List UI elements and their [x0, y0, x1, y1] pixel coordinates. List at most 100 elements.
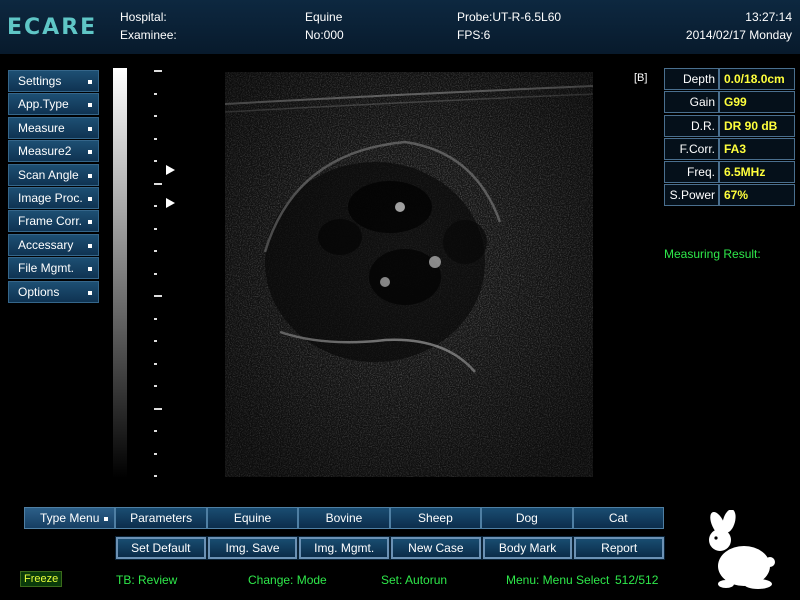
left-menu: Settings App.Type Measure Measure2 Scan … [8, 70, 99, 304]
scale-tick [154, 250, 157, 252]
param-value: 0.0/18.0cm [719, 68, 795, 90]
status-menu: Menu: Menu Select [506, 573, 610, 587]
scale-tick [154, 362, 157, 365]
menu-scan-angle[interactable]: Scan Angle [8, 163, 99, 186]
scale-tick [154, 295, 162, 297]
status-set: Set: Autorun [381, 573, 448, 587]
scale-tick [154, 115, 157, 117]
submenu-dot-icon [104, 517, 109, 521]
tab-cat[interactable]: Cat [572, 507, 664, 529]
menu-image-proc[interactable]: Image Proc. [8, 186, 99, 209]
scale-tick [154, 227, 157, 230]
status-change: Change: Mode [248, 573, 327, 587]
scale-tick [154, 317, 157, 320]
param-label: F.Corr. [664, 137, 719, 160]
species-text: Equine [305, 10, 343, 24]
img-save-button[interactable]: Img. Save [206, 536, 299, 560]
menu-accessary[interactable]: Accessary [8, 233, 99, 256]
ultrasound-image[interactable] [225, 72, 593, 477]
param-row-fcorr[interactable]: F.Corr. FA3 [664, 137, 795, 160]
header-bar: ECARE Hospital: Examinee: Equine No:000 … [0, 0, 800, 54]
hospital-label: Hospital: [120, 10, 167, 24]
menu-measure2[interactable]: Measure2 [8, 140, 99, 163]
param-label: S.Power [664, 184, 719, 207]
submenu-dot-icon [88, 126, 92, 131]
parameter-table: Depth 0.0/18.0cm Gain G99 D.R. DR 90 dB F.C… [664, 68, 795, 208]
tab-equine[interactable]: Equine [206, 507, 299, 529]
clock-time: 13:27:14 [745, 10, 792, 24]
menu-item-label: Scan Angle [18, 167, 79, 182]
status-tb: TB: Review [116, 573, 178, 587]
focus-marker-icon[interactable] [166, 165, 175, 175]
param-row-dr[interactable]: D.R. DR 90 dB [664, 114, 795, 137]
body-mark-button[interactable]: Body Mark [481, 536, 574, 560]
scale-tick [154, 160, 157, 162]
submenu-dot-icon [88, 80, 92, 84]
menu-item-label: Accessary [18, 237, 74, 252]
param-value: 67% [719, 184, 795, 207]
scale-tick [154, 182, 162, 185]
submenu-dot-icon [88, 220, 92, 225]
type-menu-button[interactable]: Type Menu [24, 507, 116, 529]
param-label: Gain [664, 91, 719, 114]
menu-item-label: Image Proc. [18, 190, 83, 205]
probe-info: Probe:UT-R-6.5L60 [457, 10, 562, 24]
scale-tick [154, 272, 157, 275]
menu-app-type[interactable]: App.Type [8, 93, 99, 116]
set-default-button[interactable]: Set Default [115, 536, 207, 560]
menu-item-label: Settings [18, 74, 62, 88]
tab-dog[interactable]: Dog [481, 507, 573, 529]
scale-tick [154, 452, 157, 455]
tab-sheep[interactable]: Sheep [389, 507, 482, 529]
param-row-depth[interactable]: Depth 0.0/18.0cm [664, 68, 795, 90]
submenu-dot-icon [88, 196, 92, 201]
measuring-result-label: Measuring Result: [664, 247, 761, 261]
menu-item-label: App.Type [18, 97, 69, 112]
param-row-freq[interactable]: Freq. 6.5MHz [664, 161, 795, 184]
menu-settings[interactable]: Settings [8, 70, 99, 92]
param-label: Freq. [664, 161, 719, 184]
scale-tick [154, 340, 157, 342]
rabbit-icon [709, 510, 775, 589]
param-row-spower[interactable]: S.Power 67% [664, 184, 795, 207]
img-mgmt-button[interactable]: Img. Mgmt. [298, 536, 391, 560]
new-case-button[interactable]: New Case [390, 536, 482, 560]
param-value: G99 [719, 91, 795, 114]
menu-options[interactable]: Options [8, 280, 99, 303]
frame-counter: 512/512 [615, 573, 659, 587]
submenu-dot-icon [88, 267, 92, 272]
menu-measure[interactable]: Measure [8, 116, 99, 139]
report-button[interactable]: Report [573, 536, 666, 560]
scale-tick [154, 137, 157, 140]
scale-tick [154, 92, 157, 95]
menu-item-label: Measure2 [18, 144, 72, 159]
param-row-gain[interactable]: Gain G99 [664, 91, 795, 114]
tab-bovine[interactable]: Bovine [298, 507, 390, 529]
freeze-indicator: Freeze [20, 571, 63, 587]
tab-parameters[interactable]: Parameters [115, 507, 207, 529]
menu-item-label: Options [18, 284, 60, 299]
scale-tick [154, 70, 162, 72]
action-button-bar: Set Default Img. Save Img. Mgmt. New Cas… [115, 536, 666, 560]
case-number: No:000 [305, 28, 344, 42]
grayscale-bar [113, 68, 127, 478]
submenu-dot-icon [88, 103, 92, 108]
scale-tick [154, 407, 162, 410]
menu-item-label: Measure [18, 120, 65, 135]
param-label: Depth [664, 68, 719, 90]
scale-tick [154, 205, 157, 207]
focus-marker-icon[interactable] [166, 198, 175, 208]
submenu-dot-icon [88, 243, 92, 248]
param-value: DR 90 dB [719, 114, 795, 137]
param-value: FA3 [719, 137, 795, 160]
menu-file-mgmt[interactable]: File Mgmt. [8, 257, 99, 280]
menu-frame-corr[interactable]: Frame Corr. [8, 210, 99, 233]
param-value: 6.5MHz [719, 161, 795, 184]
submenu-dot-icon [88, 150, 92, 155]
submenu-dot-icon [88, 173, 92, 178]
menu-item-label: File Mgmt. [18, 261, 75, 276]
param-label: D.R. [664, 114, 719, 137]
menu-item-label: Frame Corr. [18, 214, 83, 229]
scale-tick [154, 475, 157, 477]
scale-tick [154, 385, 157, 387]
